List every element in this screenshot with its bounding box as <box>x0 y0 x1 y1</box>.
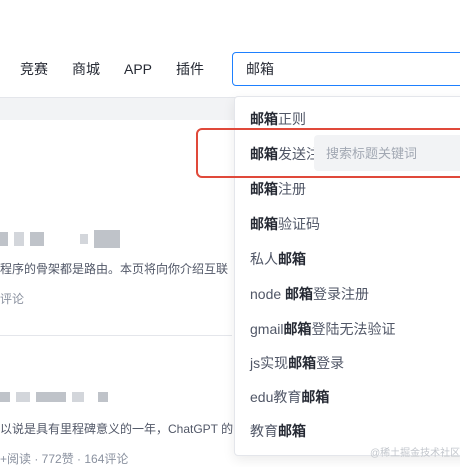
search-input[interactable] <box>244 60 448 78</box>
suggestion-item[interactable]: 邮箱验证码 <box>250 214 320 234</box>
suggestion-item[interactable]: 邮箱注册 <box>250 179 306 199</box>
suggestion-item[interactable]: edu教育邮箱 <box>250 387 329 407</box>
suggestion-item[interactable]: node 邮箱登录注册 <box>250 284 369 304</box>
nav-item-app[interactable]: APP <box>124 60 152 78</box>
blurred-title <box>0 392 108 402</box>
nav-item-mall[interactable]: 商城 <box>72 60 100 78</box>
suggestion-item[interactable]: 邮箱正则 <box>250 109 306 129</box>
watermark: @稀土掘金技术社区 <box>370 448 460 459</box>
blurred-title <box>0 230 120 248</box>
article-summary[interactable]: 程序的骨架都是路由。本页将向你介绍互联 <box>0 260 228 277</box>
suggestion-item[interactable]: gmail邮箱登陆无法验证 <box>250 319 395 339</box>
article-meta: 评论 <box>0 292 25 306</box>
suggestion-item[interactable]: 教育邮箱 <box>250 421 306 441</box>
article-summary[interactable]: 以说是具有里程碑意义的一年，ChatGPT 的 <box>0 420 233 437</box>
suggestion-item[interactable]: js实现邮箱登录 <box>250 353 344 373</box>
search-box[interactable] <box>232 52 460 86</box>
nav-menu: 竞赛 商城 APP 插件 <box>20 60 228 78</box>
top-navbar: 竞赛 商城 APP 插件 <box>0 0 460 98</box>
highlight-annotation-box <box>196 128 460 178</box>
divider <box>0 335 232 336</box>
nav-item-competition[interactable]: 竞赛 <box>20 60 48 78</box>
nav-item-plugin[interactable]: 插件 <box>176 60 204 78</box>
article-meta: +阅读 · 772赞 · 164评论 <box>0 452 129 466</box>
suggestion-item[interactable]: 私人邮箱 <box>250 249 306 269</box>
